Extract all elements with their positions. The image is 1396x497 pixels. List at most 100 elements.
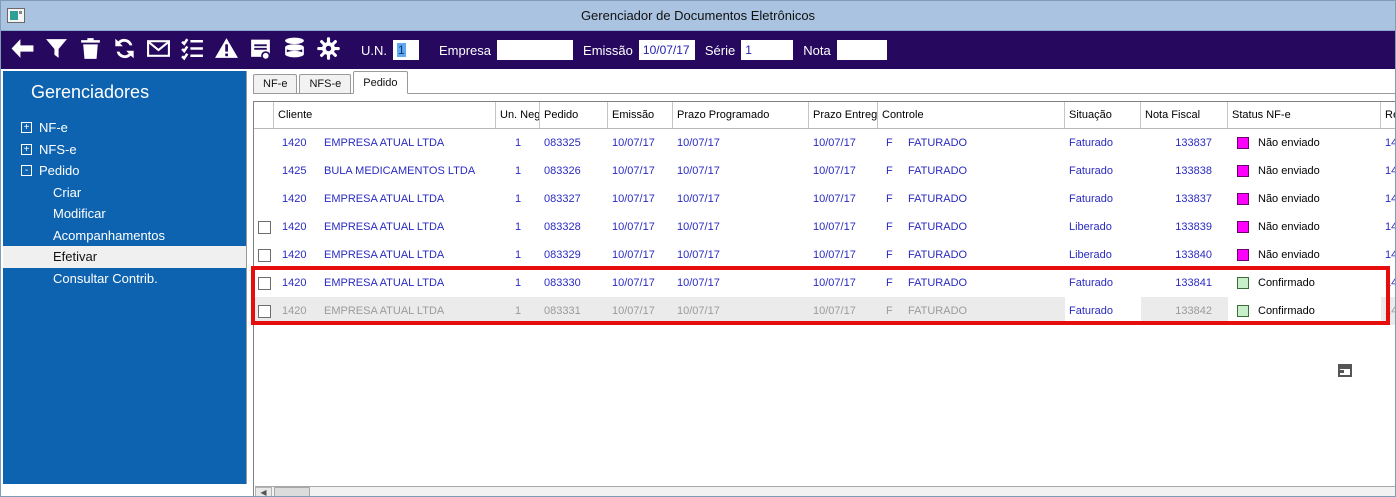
expand-icon[interactable]: + (21, 143, 32, 155)
sidebar-item-pedido[interactable]: - Pedido (3, 160, 246, 182)
column-header-Situação[interactable]: Situação (1065, 102, 1141, 128)
refresh-button[interactable] (109, 34, 139, 66)
status-nfe-cell: Confirmado (1228, 297, 1381, 325)
order-row-083326[interactable]: 1425 BULA MEDICAMENTOS LTDA 1 083326 10/07/1… (254, 157, 1395, 185)
un-neg-cell: 1 (514, 305, 522, 317)
expand-icon[interactable]: + (21, 122, 32, 134)
sidebar-item-efetivar[interactable]: Efetivar (3, 246, 246, 268)
cliente-name: BULA MEDICAMENTOS LTDA (324, 165, 476, 177)
database-button[interactable] (279, 34, 309, 66)
row-select-cell (254, 129, 274, 157)
sidebar-item-modificar[interactable]: Modificar (3, 203, 246, 225)
column-header-Pedido[interactable]: Pedido (540, 102, 608, 128)
prazo-programado-cell: 10/07/17 (677, 277, 720, 289)
prazo-entrega-cell: 10/07/17 (813, 305, 856, 317)
column-header-Emissão[interactable]: Emissão (608, 102, 673, 128)
column-header-Re[interactable]: Re (1381, 102, 1395, 128)
cliente-cell: 1420 EMPRESA ATUAL LTDA (274, 269, 496, 297)
status-nfe-cell: Não enviado (1228, 185, 1381, 213)
checklist-icon (180, 36, 205, 64)
un-neg-cell: 1 (514, 277, 522, 289)
status-nfe-cell: Não enviado (1228, 213, 1381, 241)
scrollbar-thumb[interactable] (274, 487, 310, 496)
mail-icon (146, 36, 171, 64)
column-header-Controle[interactable]: Controle (878, 102, 1065, 128)
tree-item-label: Efetivar (53, 249, 98, 264)
sidebar: Gerenciadores + NF-e + NFS-e - Pedido Criar Mod… (3, 71, 247, 484)
sidebar-item-criar[interactable]: Criar (3, 182, 246, 204)
serie-input[interactable]: 1 (741, 40, 794, 60)
prazo-programado-cell: 10/07/17 (677, 165, 720, 177)
checklist-button[interactable] (177, 34, 207, 66)
re-cell: 14 (1385, 249, 1395, 261)
controle-desc: FATURADO (908, 221, 968, 233)
column-header-Un. Neg.[interactable]: Un. Neg. (496, 102, 540, 128)
collapse-icon[interactable]: - (21, 165, 32, 177)
row-checkbox[interactable] (257, 276, 271, 290)
row-checkbox[interactable] (257, 248, 271, 262)
settings-button[interactable] (313, 34, 343, 66)
delete-button[interactable] (75, 34, 105, 66)
order-row-083328[interactable]: 1420 EMPRESA ATUAL LTDA 1 083328 10/07/17 10/… (254, 213, 1395, 241)
column-header-Prazo Entrega[interactable]: Prazo Entrega (809, 102, 878, 128)
order-row-083329[interactable]: 1420 EMPRESA ATUAL LTDA 1 083329 10/07/17 10/… (254, 241, 1395, 269)
emissao-cell: 10/07/17 (612, 249, 655, 261)
tree-item-label: Acompanhamentos (53, 227, 166, 243)
nota-fiscal-cell: 133838 (1175, 165, 1212, 177)
warning-button[interactable] (211, 34, 241, 66)
row-checkbox[interactable] (257, 304, 271, 318)
column-header-select[interactable] (254, 102, 274, 128)
nota-fiscal-cell: 133837 (1175, 137, 1212, 149)
emissao-input[interactable]: 10/07/17 (638, 40, 695, 60)
status-label: Não enviado (1258, 137, 1320, 149)
order-row-083327[interactable]: 1420 EMPRESA ATUAL LTDA 1 083327 10/07/17 10/… (254, 185, 1395, 213)
back-arrow-button[interactable] (7, 34, 37, 66)
tab-pedido[interactable]: Pedido (353, 71, 408, 94)
nota-fiscal-cell: 133839 (1175, 221, 1212, 233)
horizontal-scrollbar[interactable]: ◀ (255, 486, 1395, 496)
controle-desc: FATURADO (908, 165, 968, 177)
column-header-Status NF-e[interactable]: Status NF-e (1228, 102, 1381, 128)
filter-button[interactable] (41, 34, 71, 66)
status-label: Confirmado (1258, 305, 1315, 317)
order-row-083331[interactable]: 1420 EMPRESA ATUAL LTDA 1 083331 10/07/17 10/… (254, 297, 1395, 325)
pedido-cell: 083328 (544, 221, 581, 233)
column-header-Nota Fiscal[interactable]: Nota Fiscal (1141, 102, 1228, 128)
prazo-programado-cell: 10/07/17 (677, 249, 720, 261)
controle-cell: F FATURADO (878, 241, 1065, 269)
mail-button[interactable] (143, 34, 173, 66)
column-header-Cliente[interactable]: Cliente (274, 102, 496, 128)
row-select-cell (254, 185, 274, 213)
toolbar: U.N. 1 Empresa Emissão 10/07/17 Série 1 … (1, 31, 1395, 69)
sidebar-item-acompanhamentos[interactable]: Acompanhamentos (3, 225, 246, 247)
emissao-cell: 10/07/17 (612, 305, 655, 317)
delete-icon (78, 36, 103, 64)
tab-nf-e[interactable]: NF-e (253, 74, 298, 93)
column-header-Prazo Programado[interactable]: Prazo Programado (673, 102, 809, 128)
order-row-083330[interactable]: 1420 EMPRESA ATUAL LTDA 1 083330 10/07/17 10/… (254, 269, 1395, 297)
sidebar-item-nf-e[interactable]: + NF-e (3, 117, 246, 139)
re-cell: 14 (1385, 137, 1395, 149)
emissao-value: 10/07/17 (642, 43, 690, 57)
scroll-left-button[interactable]: ◀ (255, 487, 272, 496)
cliente-name: EMPRESA ATUAL LTDA (324, 221, 445, 233)
prazo-entrega-cell: 10/07/17 (813, 137, 856, 149)
cliente-name: EMPRESA ATUAL LTDA (324, 137, 445, 149)
tree-item-label: NF-e (39, 120, 68, 135)
empresa-field-group: Empresa (439, 40, 574, 60)
sidebar-item-nfs-e[interactable]: + NFS-e (3, 139, 246, 161)
status-label: Não enviado (1258, 193, 1320, 205)
print-certificate-button[interactable] (245, 34, 275, 66)
order-row-083325[interactable]: 1420 EMPRESA ATUAL LTDA 1 083325 10/07/17 10/… (254, 129, 1395, 157)
tab-nfs-e[interactable]: NFS-e (299, 74, 352, 93)
controle-code: F (886, 305, 893, 317)
sidebar-item-consultar-contrib[interactable]: Consultar Contrib. (3, 268, 246, 290)
cliente-name: EMPRESA ATUAL LTDA (324, 277, 445, 289)
prazo-entrega-cell: 10/07/17 (813, 193, 856, 205)
un-input[interactable]: 1 (393, 40, 419, 60)
grid-options-icon[interactable] (1338, 364, 1352, 377)
row-checkbox[interactable] (257, 220, 271, 234)
empresa-input[interactable] (497, 40, 574, 60)
nota-input[interactable] (836, 40, 887, 60)
nota-fiscal-cell: 133842 (1175, 305, 1212, 317)
